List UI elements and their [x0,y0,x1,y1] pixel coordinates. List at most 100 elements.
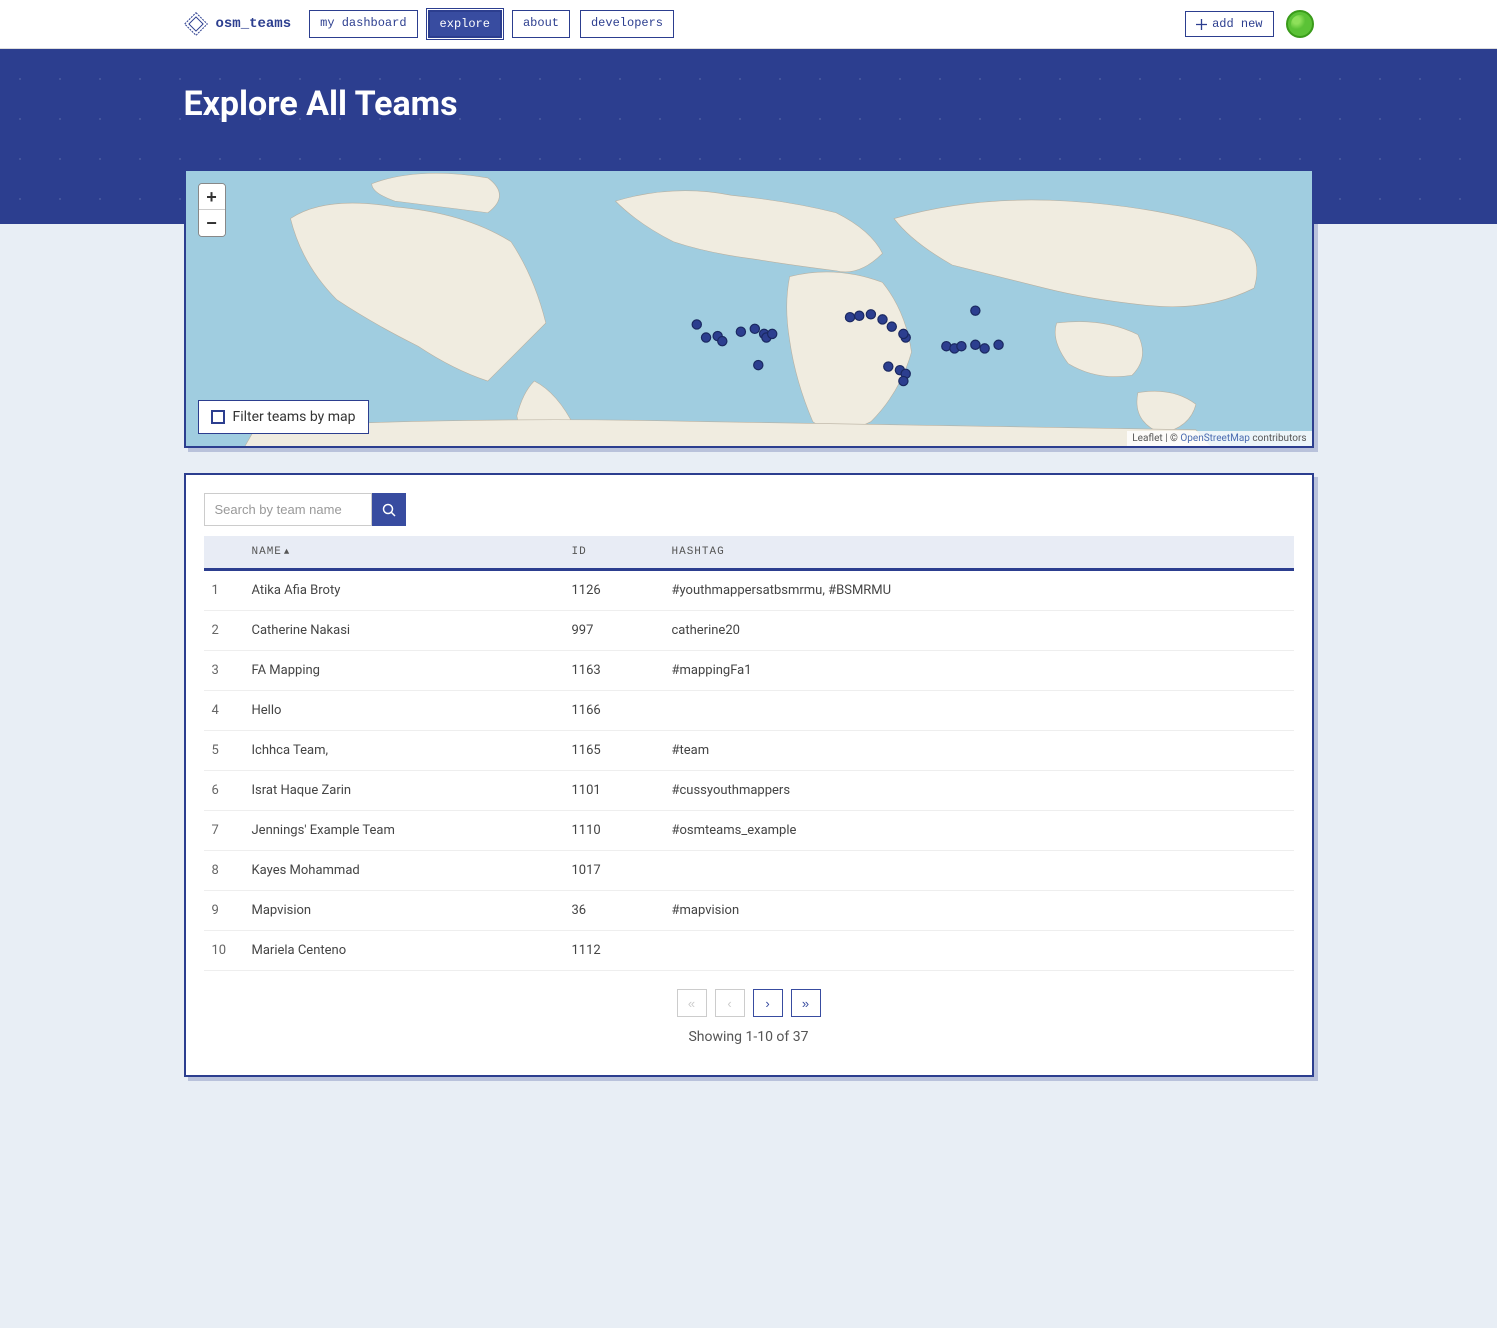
map-marker[interactable] [887,322,896,331]
pagination-info: Showing 1-10 of 37 [204,1029,1294,1045]
row-id: 1017 [564,851,664,891]
row-id: 1126 [564,570,664,611]
map-marker[interactable] [701,333,710,342]
filter-label: Filter teams by map [233,409,356,425]
col-name-header[interactable]: NAME▲ [244,536,564,570]
map-marker[interactable] [750,324,759,333]
row-id: 1165 [564,731,664,771]
osm-link[interactable]: OpenStreetMap [1180,433,1250,444]
row-id: 1110 [564,811,664,851]
add-new-button[interactable]: add new [1185,11,1273,37]
add-new-label: add new [1212,17,1262,31]
logo-icon [184,12,208,36]
row-name: Catherine Nakasi [244,611,564,651]
row-hashtag [664,851,1294,891]
row-hashtag: #mappingFa1 [664,651,1294,691]
brand-text: osm_teams [216,16,292,32]
map-marker[interactable] [753,360,762,369]
row-name: Israt Haque Zarin [244,771,564,811]
plus-icon [1196,19,1207,30]
zoom-controls: + − [198,183,226,237]
map-marker[interactable] [970,340,979,349]
table-row[interactable]: 10Mariela Centeno1112 [204,931,1294,971]
table-row[interactable]: 5Ichhca Team,1165#team [204,731,1294,771]
table-row[interactable]: 9Mapvision36#mapvision [204,891,1294,931]
row-name: Kayes Mohammad [244,851,564,891]
row-name: Hello [244,691,564,731]
row-index: 9 [204,891,244,931]
table-row[interactable]: 7Jennings' Example Team1110#osmteams_exa… [204,811,1294,851]
table-row[interactable]: 4Hello1166 [204,691,1294,731]
map-marker[interactable] [898,329,907,338]
nav-my-dashboard[interactable]: my dashboard [309,10,417,38]
checkbox-icon [211,410,225,424]
nav-links: my dashboard explore about developers [309,10,674,38]
user-avatar[interactable] [1286,10,1314,38]
table-row[interactable]: 3FA Mapping1163#mappingFa1 [204,651,1294,691]
table-row[interactable]: 8Kayes Mohammad1017 [204,851,1294,891]
row-name: FA Mapping [244,651,564,691]
row-name: Jennings' Example Team [244,811,564,851]
page-first-button: « [677,989,707,1017]
filter-by-map-toggle[interactable]: Filter teams by map [198,400,369,434]
search-input[interactable] [204,493,372,526]
page-next-button[interactable]: › [753,989,783,1017]
nav-explore[interactable]: explore [428,10,502,38]
table-row[interactable]: 6Israt Haque Zarin1101#cussyouthmappers [204,771,1294,811]
map-container[interactable]: + − Filter teams by map Leaflet | © Open… [186,171,1312,446]
map-marker[interactable] [866,310,875,319]
row-hashtag: #osmteams_example [664,811,1294,851]
map-marker[interactable] [993,340,1002,349]
row-id: 1163 [564,651,664,691]
row-hashtag: #cussyouthmappers [664,771,1294,811]
search-button[interactable] [372,493,406,526]
row-index: 4 [204,691,244,731]
map-marker[interactable] [767,329,776,338]
col-index [204,536,244,570]
row-id: 1166 [564,691,664,731]
row-index: 1 [204,570,244,611]
page-last-button[interactable]: » [791,989,821,1017]
row-name: Atika Afia Broty [244,570,564,611]
brand-logo[interactable]: osm_teams [184,12,292,36]
row-name: Mapvision [244,891,564,931]
row-index: 3 [204,651,244,691]
map-marker[interactable] [980,344,989,353]
map-marker[interactable] [854,311,863,320]
top-navigation: osm_teams my dashboard explore about develo… [0,0,1497,49]
map-marker[interactable] [717,337,726,346]
page-title: Explore All Teams [184,84,1314,124]
map-attribution: Leaflet | © OpenStreetMap contributors [1127,431,1311,446]
page-prev-button: ‹ [715,989,745,1017]
map-marker[interactable] [692,320,701,329]
row-hashtag [664,691,1294,731]
row-index: 10 [204,931,244,971]
table-row[interactable]: 1Atika Afia Broty1126#youthmappersatbsmr… [204,570,1294,611]
map-marker[interactable] [877,315,886,324]
teams-table: NAME▲ ID HASHTAG 1Atika Afia Broty1126#y… [204,536,1294,971]
nav-developers[interactable]: developers [580,10,674,38]
map-marker[interactable] [736,327,745,336]
nav-about[interactable]: about [512,10,570,38]
col-hashtag-header[interactable]: HASHTAG [664,536,1294,570]
map-marker[interactable] [845,313,854,322]
row-hashtag [664,931,1294,971]
zoom-in-button[interactable]: + [199,184,225,210]
map-card: + − Filter teams by map Leaflet | © Open… [184,169,1314,448]
row-name: Ichhca Team, [244,731,564,771]
row-hashtag: #mapvision [664,891,1294,931]
row-id: 1101 [564,771,664,811]
row-hashtag: catherine20 [664,611,1294,651]
row-index: 2 [204,611,244,651]
col-id-header[interactable]: ID [564,536,664,570]
row-id: 997 [564,611,664,651]
map-marker[interactable] [956,342,965,351]
row-hashtag: #team [664,731,1294,771]
map-marker[interactable] [883,362,892,371]
row-id: 1112 [564,931,664,971]
table-row[interactable]: 2Catherine Nakasi997catherine20 [204,611,1294,651]
row-index: 6 [204,771,244,811]
map-marker[interactable] [898,376,907,385]
zoom-out-button[interactable]: − [199,210,225,236]
map-marker[interactable] [970,306,979,315]
